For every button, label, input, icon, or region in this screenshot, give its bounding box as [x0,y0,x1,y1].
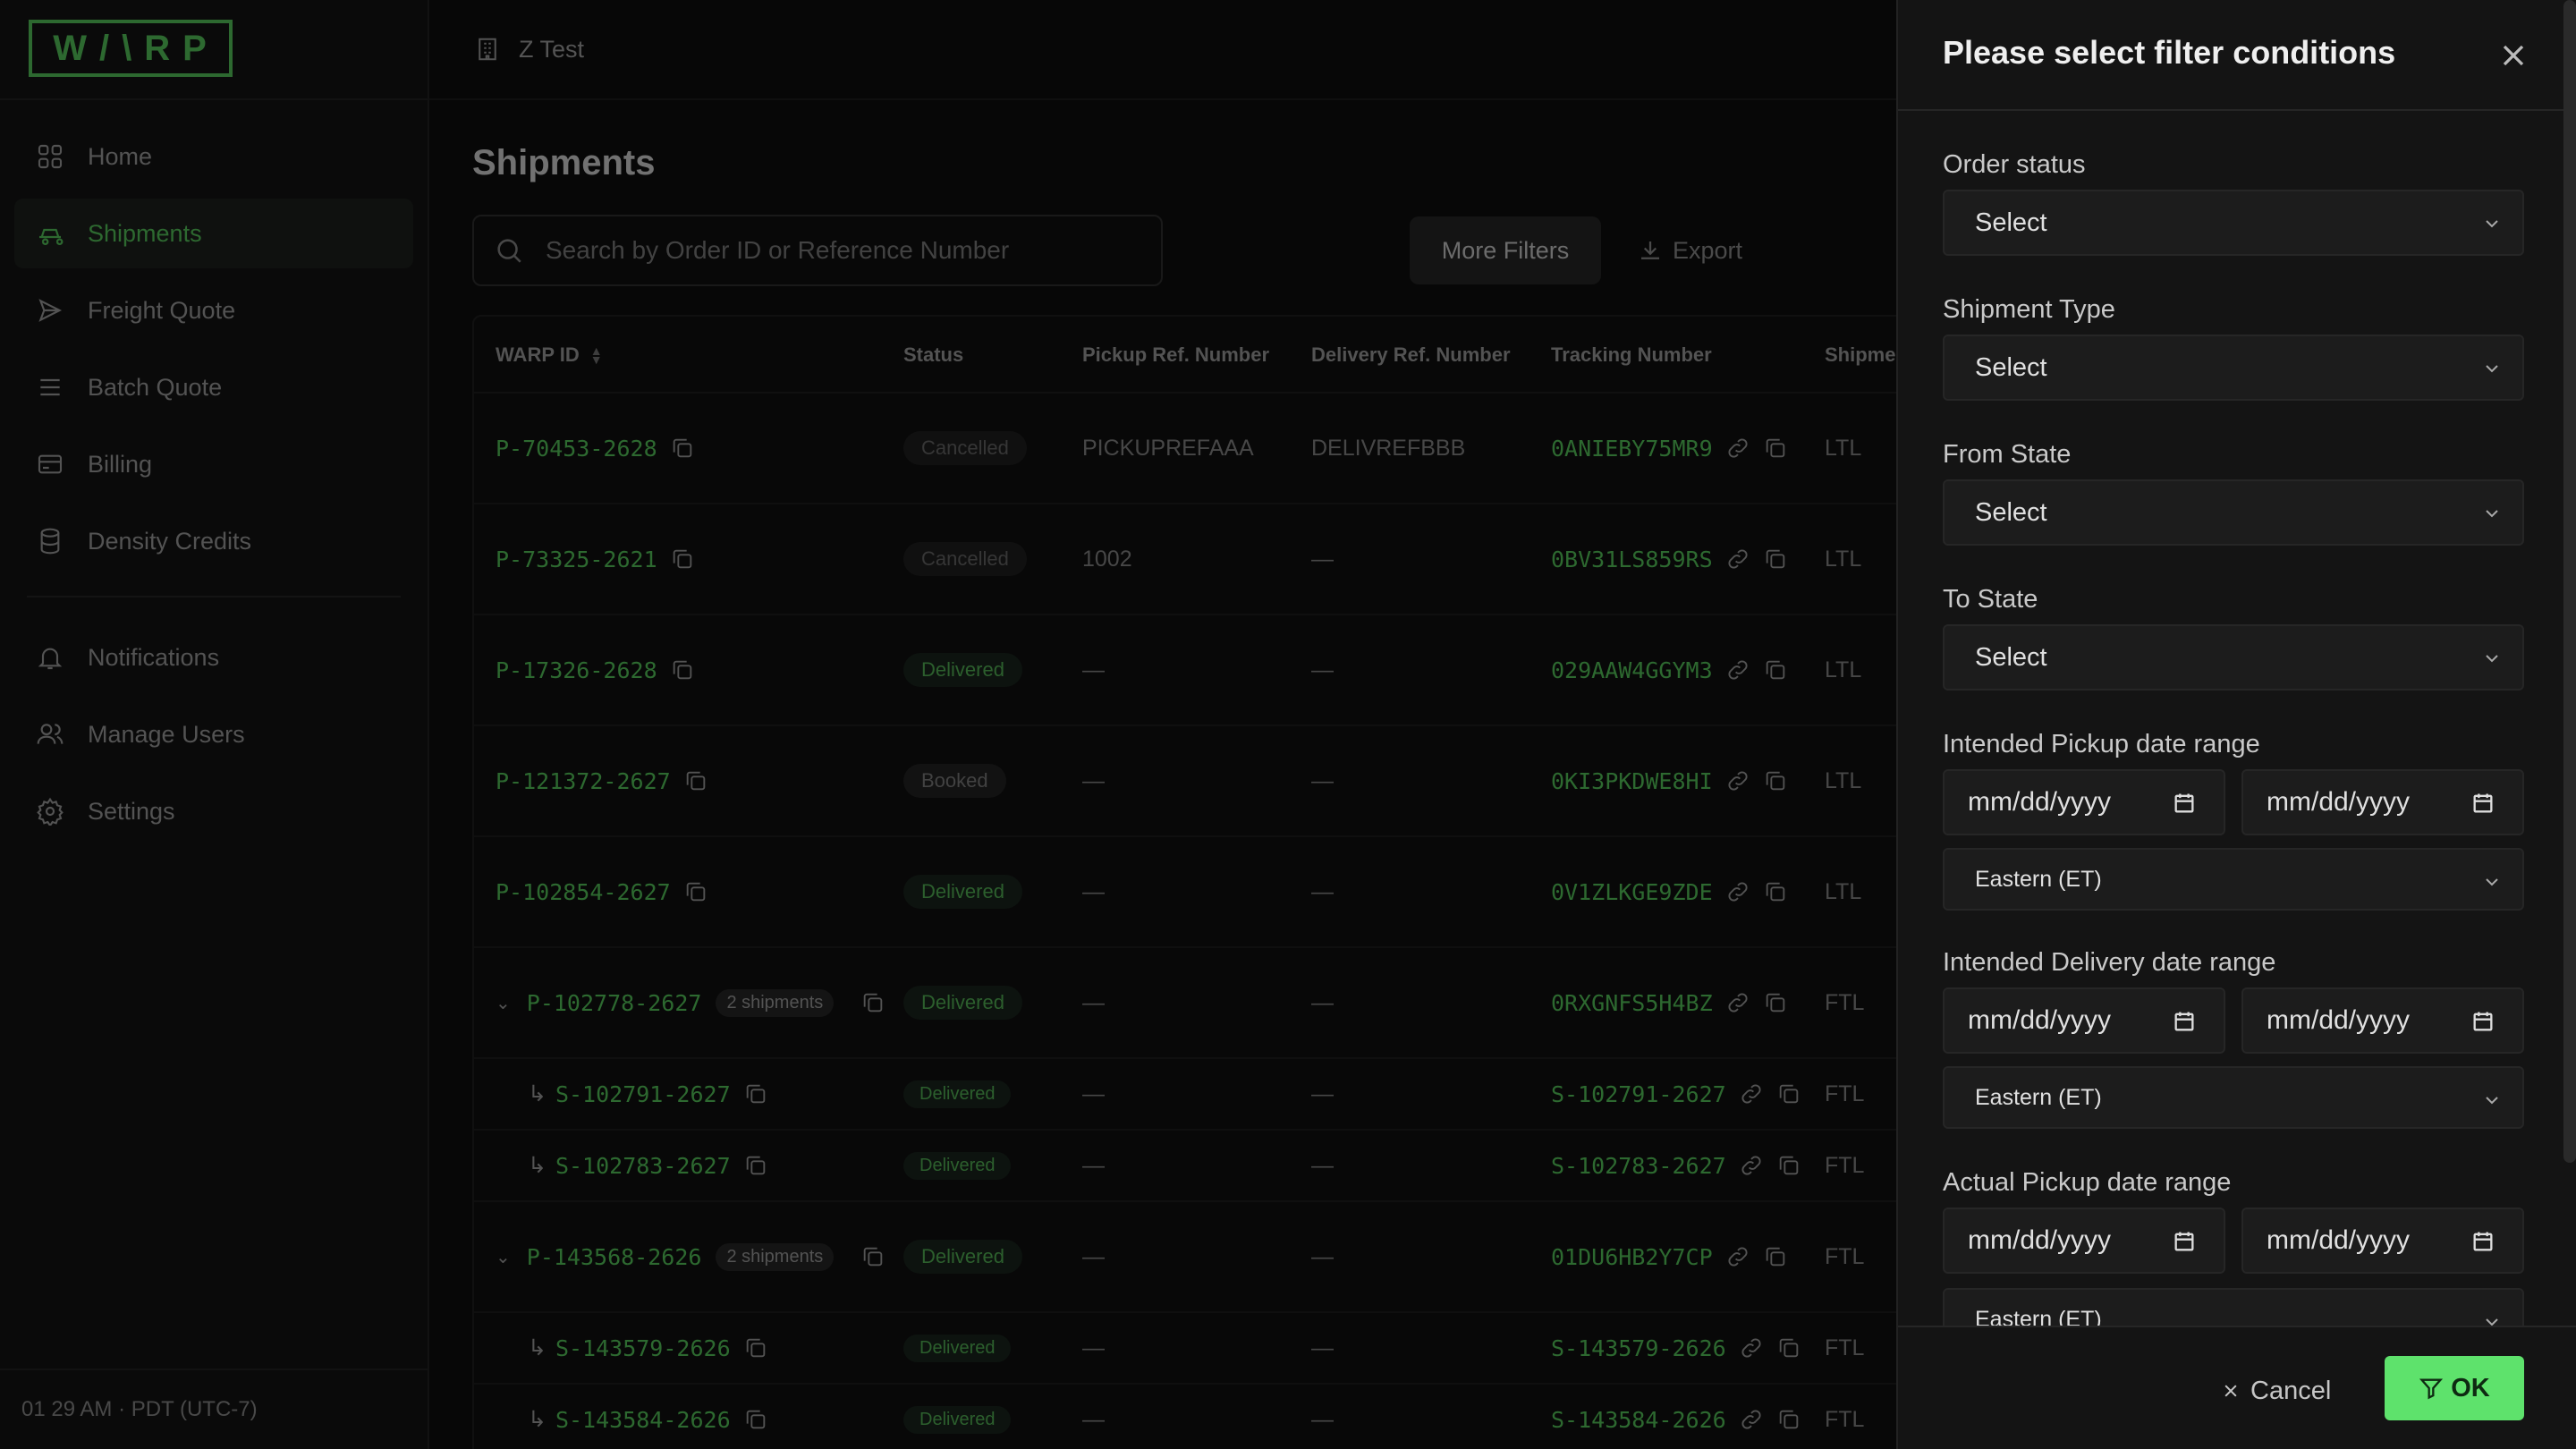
to-state-label: To State [1943,585,2038,614]
delivery-timezone-select[interactable]: Eastern (ET) [1943,1066,2524,1129]
actual-pickup-range-label: Actual Pickup date range [1943,1168,2232,1197]
close-icon[interactable] [2496,38,2531,73]
pickup-range-label: Intended Pickup date range [1943,730,2260,758]
close-icon [2224,1385,2237,1397]
select-value: Select [1975,642,2047,672]
chevron-down-icon [2486,220,2498,228]
date-placeholder: mm/dd/yyyy [1968,1225,2112,1255]
calendar-icon[interactable] [2470,1009,2496,1034]
select-value: Eastern (ET) [1975,866,2102,892]
select-value: Eastern (ET) [1975,1306,2102,1326]
pickup-timezone-select[interactable]: Eastern (ET) [1943,848,2524,911]
calendar-icon[interactable] [2172,1229,2197,1254]
calendar-icon[interactable] [2172,791,2197,816]
select-value: Select [1975,352,2047,382]
from-state-select[interactable]: Select [1943,479,2524,546]
chevron-down-icon [2486,878,2498,886]
drawer-title: Please select filter conditions [1943,34,2396,71]
filter-drawer: Please select filter conditions Order st… [1896,0,2576,1449]
actual-pickup-to-date-input[interactable]: mm/dd/yyyy [2241,1208,2524,1274]
chevron-down-icon [2486,1318,2498,1326]
divider [1898,109,2576,111]
date-placeholder: mm/dd/yyyy [2267,1225,2411,1255]
select-value: Select [1975,497,2047,527]
delivery-from-date-input[interactable]: mm/dd/yyyy [1943,987,2225,1054]
ok-button[interactable]: OK [2385,1356,2524,1420]
to-state-select[interactable]: Select [1943,624,2524,691]
app-window: W/\RP Home Shipments Freight Quote Batch… [0,0,2576,1449]
delivery-range-label: Intended Delivery date range [1943,948,2276,977]
calendar-icon[interactable] [2172,1009,2197,1034]
chevron-down-icon [2486,655,2498,663]
actual-pickup-from-date-input[interactable]: mm/dd/yyyy [1943,1208,2225,1274]
date-placeholder: mm/dd/yyyy [2267,787,2411,817]
cancel-label: Cancel [2250,1376,2332,1405]
chevron-down-icon [2486,365,2498,373]
order-status-select[interactable]: Select [1943,190,2524,256]
date-placeholder: mm/dd/yyyy [2267,1005,2411,1035]
order-status-label: Order status [1943,150,2086,179]
actual-pickup-timezone-select[interactable]: Eastern (ET) [1943,1288,2524,1326]
select-value: Select [1975,208,2047,237]
filter-icon [2419,1378,2444,1400]
drawer-scrollbar[interactable] [2563,0,2576,1163]
chevron-down-icon [2486,510,2498,518]
scroll-clip: Eastern (ET) [1898,1284,2563,1326]
ok-label: OK [2451,1373,2490,1402]
from-state-label: From State [1943,440,2072,469]
delivery-to-date-input[interactable]: mm/dd/yyyy [2241,987,2524,1054]
calendar-icon[interactable] [2470,1229,2496,1254]
shipment-type-select[interactable]: Select [1943,335,2524,401]
divider [1898,1326,2576,1327]
calendar-icon[interactable] [2470,791,2496,816]
pickup-to-date-input[interactable]: mm/dd/yyyy [2241,769,2524,835]
modal-overlay[interactable] [0,0,1896,1449]
pickup-from-date-input[interactable]: mm/dd/yyyy [1943,769,2225,835]
cancel-button[interactable]: Cancel [2222,1361,2331,1420]
shipment-type-label: Shipment Type [1943,295,2115,324]
date-placeholder: mm/dd/yyyy [1968,787,2112,817]
chevron-down-icon [2486,1097,2498,1105]
select-value: Eastern (ET) [1975,1084,2102,1110]
date-placeholder: mm/dd/yyyy [1968,1005,2112,1035]
